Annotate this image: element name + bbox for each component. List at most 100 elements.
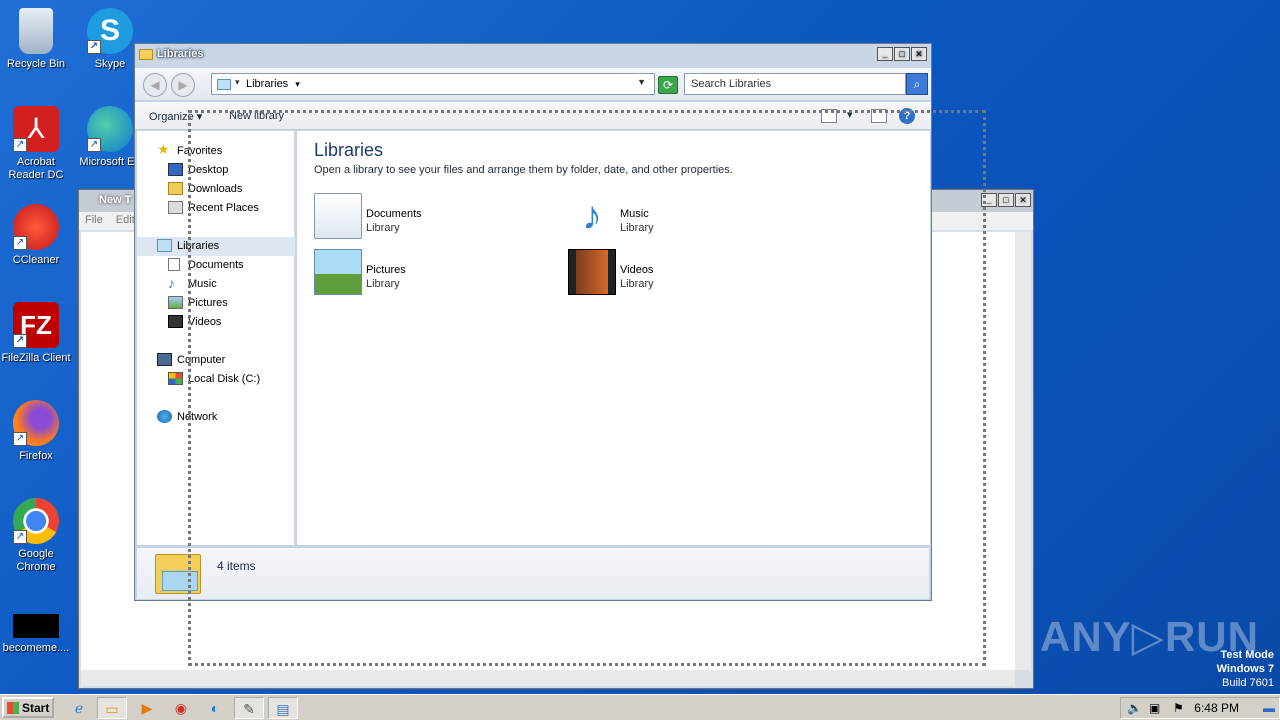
network-status-icon[interactable]: ▣ — [1149, 701, 1160, 715]
libraries-folder-icon — [157, 239, 172, 252]
chrome-icon: ↗ — [13, 498, 59, 544]
search-input[interactable]: Search Libraries — [684, 73, 906, 95]
forward-button[interactable]: ▶ — [171, 73, 195, 97]
desktop-icon-label: Acrobat Reader DC — [8, 156, 64, 181]
desktop-icon-filezilla[interactable]: FZ ↗ FileZilla Client — [0, 302, 72, 365]
minimize-button[interactable]: _ — [877, 47, 893, 61]
address-bar[interactable]: ▾ Libraries ▾ ▼ — [211, 73, 655, 95]
taskbar-explorer-icon[interactable]: ▭ — [97, 697, 127, 719]
documents-icon — [168, 258, 180, 271]
shortcut-arrow-icon: ↗ — [87, 40, 101, 54]
desktop-icon-recycle-bin[interactable]: Recycle Bin — [0, 8, 72, 71]
star-icon: ★ — [157, 141, 170, 157]
action-center-flag-icon[interactable]: ⚑ — [1173, 701, 1184, 715]
desktop-icon — [168, 163, 183, 176]
help-icon[interactable]: ? — [899, 108, 915, 124]
horizontal-scrollbar[interactable] — [81, 670, 1015, 686]
downloads-icon — [168, 182, 183, 195]
item-count: 4 items — [217, 559, 256, 573]
close-button[interactable]: ✕ — [1015, 193, 1031, 207]
menu-edit[interactable]: Edit — [116, 214, 135, 226]
refresh-button[interactable]: ⟳ — [658, 76, 678, 94]
network-icon — [157, 410, 172, 423]
address-dropdown-icon[interactable]: ▼ — [637, 77, 646, 87]
library-tile-videos[interactable]: Videos Library — [568, 249, 768, 299]
windows-logo-icon — [7, 702, 19, 714]
organize-button[interactable]: Organize ▾ — [149, 110, 202, 123]
close-button[interactable]: ✕ — [911, 47, 927, 61]
library-tile-music[interactable]: ♪ Music Library — [568, 193, 768, 243]
shortcut-arrow-icon: ↗ — [13, 334, 27, 348]
videos-icon — [168, 315, 183, 328]
notepad-window-controls: _ □ ✕ — [981, 193, 1031, 207]
explorer-window[interactable]: Libraries _ □ ✕ ◀ ▶ ▾ Libraries ▾ ▼ ⟳ Se… — [134, 43, 932, 601]
taskbar-edge-icon[interactable]: ◐ — [200, 697, 230, 719]
chevron-down-icon[interactable]: ▾ — [295, 79, 300, 89]
library-tile-pictures[interactable]: Pictures Library — [314, 249, 514, 299]
volume-icon[interactable]: 🔈 — [1127, 701, 1142, 715]
maximize-button[interactable]: □ — [894, 47, 910, 61]
taskbar-tool-icon[interactable]: ✎ — [234, 697, 264, 719]
change-view-icon[interactable] — [821, 109, 837, 123]
desktop-icon-label: CCleaner — [12, 254, 60, 266]
explorer-title-bar[interactable]: Libraries _ □ ✕ — [135, 44, 931, 66]
shortcut-arrow-icon: ↗ — [13, 138, 27, 152]
command-bar: Organize ▾ New library ▾ ? — [135, 102, 931, 130]
taskbar-chrome-icon[interactable]: ◉ — [166, 697, 196, 719]
preview-pane-icon[interactable] — [871, 109, 887, 123]
edge-icon: ↗ — [87, 106, 133, 152]
back-button[interactable]: ◀ — [143, 73, 167, 97]
new-library-button[interactable]: New library — [229, 110, 284, 122]
notepad-title: New T — [99, 194, 132, 206]
details-pane: 4 items — [137, 547, 929, 599]
desktop-icon-becomeme[interactable]: becomeme.... — [0, 614, 72, 655]
music-note-icon: ♪ — [168, 275, 175, 291]
page-description: Open a library to see your files and arr… — [314, 164, 733, 176]
desktop-icon-label: becomeme.... — [2, 642, 70, 654]
library-tile-documents[interactable]: Documents Library — [314, 193, 514, 243]
videos-library-icon — [568, 249, 616, 295]
search-icon[interactable]: ⌕ — [906, 73, 928, 95]
minimize-button[interactable]: _ — [981, 193, 997, 207]
local-disk-icon — [168, 372, 183, 385]
start-button[interactable]: Start — [2, 697, 54, 718]
libraries-folder-icon — [139, 49, 153, 60]
chevron-down-icon[interactable]: ▾ — [235, 77, 240, 88]
clock[interactable]: 6:48 PM — [1194, 701, 1239, 715]
system-tray: 🔈 ▣ ⚑ 6:48 PM ▬ — [1120, 697, 1280, 719]
desktop-icon-label: Google Chrome — [16, 548, 56, 573]
test-mode-label: Test Mode Windows 7 Build 7601 — [1216, 649, 1274, 689]
recent-places-icon — [168, 201, 183, 214]
show-desktop-icon[interactable]: ▬ — [1263, 701, 1275, 715]
shortcut-arrow-icon: ↗ — [13, 236, 27, 250]
breadcrumb-libraries[interactable]: Libraries — [246, 78, 288, 90]
skype-icon: S ↗ — [87, 8, 133, 54]
desktop-icon-chrome[interactable]: ↗ Google Chrome — [0, 498, 72, 574]
documents-library-icon — [314, 193, 362, 239]
taskbar-ie-icon[interactable]: ℯ — [64, 697, 94, 719]
maximize-button[interactable]: □ — [998, 193, 1014, 207]
desktop-icon-firefox[interactable]: ↗ Firefox — [0, 400, 72, 463]
firefox-icon: ↗ — [13, 400, 59, 446]
pictures-icon — [168, 296, 183, 309]
content-pane: Libraries Open a library to see your fil… — [297, 131, 930, 545]
shortcut-arrow-icon: ↗ — [13, 530, 27, 544]
pictures-library-icon — [314, 249, 362, 295]
menu-file[interactable]: File — [85, 214, 103, 226]
computer-icon — [157, 353, 172, 366]
desktop-icon-ccleaner[interactable]: ↗ CCleaner — [0, 204, 72, 267]
libraries-folder-icon — [217, 79, 231, 90]
music-library-icon: ♪ — [582, 194, 602, 238]
page-title: Libraries — [314, 140, 384, 160]
file-thumbnail-icon — [13, 614, 59, 638]
taskbar-notepad-icon[interactable]: ▤ — [268, 697, 298, 719]
acrobat-icon: ⅄ ↗ — [13, 106, 59, 152]
recycle-bin-icon — [19, 8, 53, 54]
vertical-scrollbar[interactable] — [1015, 232, 1031, 670]
ccleaner-icon: ↗ — [13, 204, 59, 250]
desktop-icon-acrobat[interactable]: ⅄ ↗ Acrobat Reader DC — [0, 106, 72, 182]
desktop-icon-label: Firefox — [19, 450, 53, 462]
taskbar-media-player-icon[interactable]: ▶ — [132, 697, 162, 719]
view-options-chevron-icon[interactable]: ▾ — [847, 108, 853, 121]
desktop-icon-label: FileZilla Client — [1, 352, 71, 364]
